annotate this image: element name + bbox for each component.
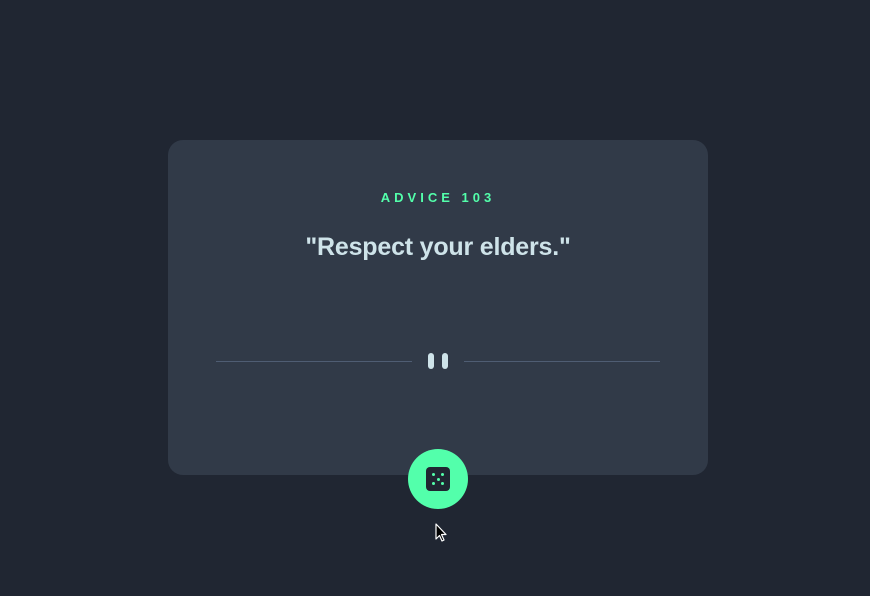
mouse-cursor-icon xyxy=(435,523,447,542)
dice-icon xyxy=(426,467,450,491)
divider xyxy=(216,353,660,371)
advice-id-label: ADVICE 103 xyxy=(380,190,496,205)
pause-bar-left xyxy=(428,353,434,369)
pause-bar-right xyxy=(442,353,448,369)
divider-line-right xyxy=(464,361,660,362)
page: ADVICE 103 "Respect your elders." xyxy=(0,0,870,596)
divider-line-left xyxy=(216,361,412,362)
new-advice-button[interactable] xyxy=(408,449,468,509)
pause-icon xyxy=(428,353,448,371)
advice-card: ADVICE 103 "Respect your elders." xyxy=(168,140,708,475)
advice-quote: "Respect your elders." xyxy=(305,233,571,261)
